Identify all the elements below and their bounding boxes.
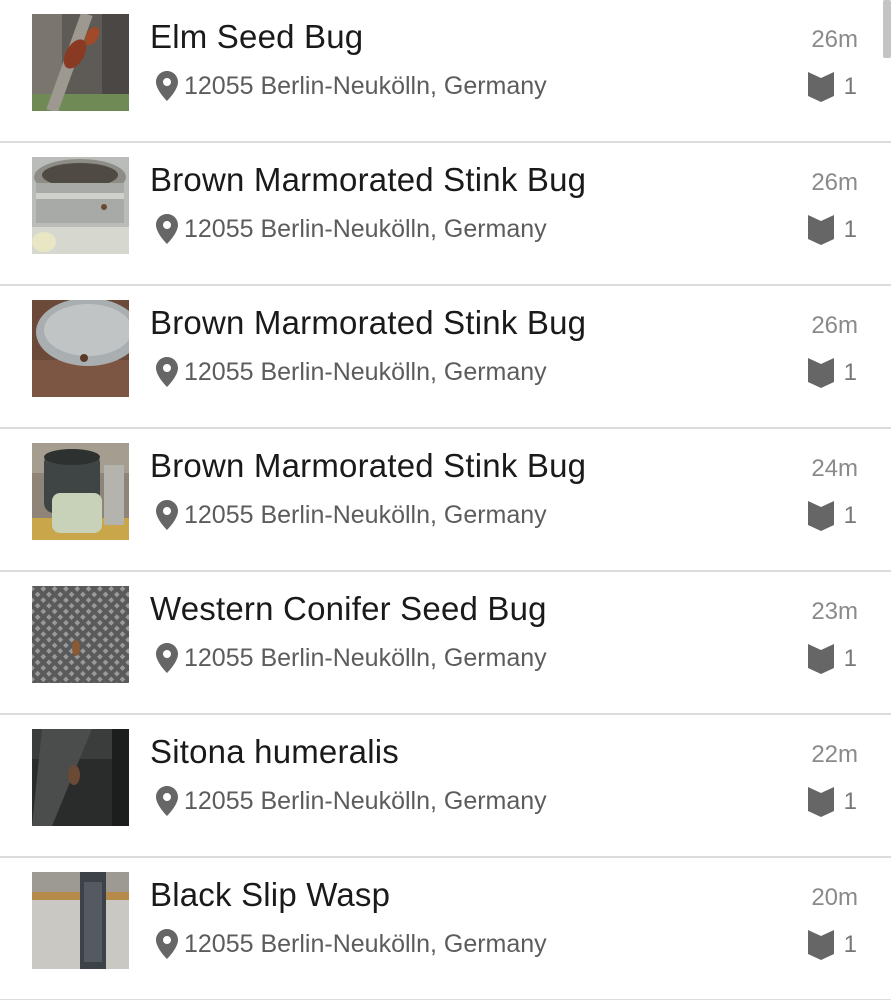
observation-location: 12055 Berlin-Neukölln, Germany bbox=[156, 356, 547, 388]
location-pin-icon bbox=[156, 71, 178, 101]
identification-count: 1 bbox=[807, 72, 857, 102]
identification-count: 1 bbox=[807, 644, 857, 674]
identification-count-text: 1 bbox=[843, 645, 857, 672]
identification-count-text: 1 bbox=[843, 788, 857, 815]
observation-photo[interactable] bbox=[32, 157, 129, 254]
location-pin-icon bbox=[156, 500, 178, 530]
observation-location: 12055 Berlin-Neukölln, Germany bbox=[156, 928, 547, 960]
location-pin-icon bbox=[156, 643, 178, 673]
observation-time: 23m bbox=[811, 598, 858, 625]
identification-badge-icon bbox=[807, 930, 834, 960]
identification-count: 1 bbox=[807, 358, 857, 388]
scrollbar[interactable] bbox=[883, 0, 891, 58]
location-pin-icon bbox=[156, 786, 178, 816]
observation-title: Black Slip Wasp bbox=[150, 876, 391, 913]
observation-photo[interactable] bbox=[32, 872, 129, 969]
observation-time: 26m bbox=[811, 169, 858, 196]
identification-badge-icon bbox=[807, 644, 834, 674]
observation-row[interactable]: Black Slip Wasp 12055 Berlin-Neukölln, G… bbox=[0, 858, 891, 1000]
observation-row[interactable]: Sitona humeralis 12055 Berlin-Neukölln, … bbox=[0, 715, 891, 858]
observation-location: 12055 Berlin-Neukölln, Germany bbox=[156, 499, 547, 531]
identification-count-text: 1 bbox=[843, 359, 857, 386]
identification-count-text: 1 bbox=[843, 931, 857, 958]
identification-count: 1 bbox=[807, 787, 857, 817]
observation-title: Brown Marmorated Stink Bug bbox=[150, 304, 587, 341]
observation-photo[interactable] bbox=[32, 586, 129, 683]
observation-title: Sitona humeralis bbox=[150, 733, 399, 770]
observation-time: 26m bbox=[811, 312, 858, 339]
location-text: 12055 Berlin-Neukölln, Germany bbox=[184, 500, 547, 529]
identification-badge-icon bbox=[807, 215, 834, 245]
identification-count: 1 bbox=[807, 215, 857, 245]
location-text: 12055 Berlin-Neukölln, Germany bbox=[184, 929, 547, 958]
location-text: 12055 Berlin-Neukölln, Germany bbox=[184, 357, 547, 386]
location-pin-icon bbox=[156, 357, 178, 387]
observation-location: 12055 Berlin-Neukölln, Germany bbox=[156, 70, 547, 102]
observation-time: 26m bbox=[811, 26, 858, 53]
identification-count-text: 1 bbox=[843, 73, 857, 100]
observation-row[interactable]: Elm Seed Bug 12055 Berlin-Neukölln, Germ… bbox=[0, 0, 891, 143]
observation-photo[interactable] bbox=[32, 729, 129, 826]
identification-count-text: 1 bbox=[843, 216, 857, 243]
identification-count: 1 bbox=[807, 501, 857, 531]
identification-badge-icon bbox=[807, 787, 834, 817]
observation-photo[interactable] bbox=[32, 14, 129, 111]
observation-photo[interactable] bbox=[32, 300, 129, 397]
location-text: 12055 Berlin-Neukölln, Germany bbox=[184, 786, 547, 815]
observation-title: Brown Marmorated Stink Bug bbox=[150, 161, 587, 198]
identification-badge-icon bbox=[807, 501, 834, 531]
identification-badge-icon bbox=[807, 72, 834, 102]
observation-location: 12055 Berlin-Neukölln, Germany bbox=[156, 213, 547, 245]
observation-title: Elm Seed Bug bbox=[150, 18, 364, 55]
location-text: 12055 Berlin-Neukölln, Germany bbox=[184, 214, 547, 243]
observation-row[interactable]: Western Conifer Seed Bug 12055 Berlin-Ne… bbox=[0, 572, 891, 715]
identification-count: 1 bbox=[807, 930, 857, 960]
identification-badge-icon bbox=[807, 358, 834, 388]
observation-location: 12055 Berlin-Neukölln, Germany bbox=[156, 785, 547, 817]
observation-photo[interactable] bbox=[32, 443, 129, 540]
observation-row[interactable]: Brown Marmorated Stink Bug 12055 Berlin-… bbox=[0, 286, 891, 429]
observation-list: Elm Seed Bug 12055 Berlin-Neukölln, Germ… bbox=[0, 0, 891, 1000]
observation-time: 22m bbox=[811, 741, 858, 768]
location-pin-icon bbox=[156, 929, 178, 959]
observation-title: Brown Marmorated Stink Bug bbox=[150, 447, 587, 484]
identification-count-text: 1 bbox=[843, 502, 857, 529]
observation-time: 24m bbox=[811, 455, 858, 482]
observation-location: 12055 Berlin-Neukölln, Germany bbox=[156, 642, 547, 674]
location-text: 12055 Berlin-Neukölln, Germany bbox=[184, 643, 547, 672]
observation-row[interactable]: Brown Marmorated Stink Bug 12055 Berlin-… bbox=[0, 143, 891, 286]
observation-title: Western Conifer Seed Bug bbox=[150, 590, 547, 627]
observation-row[interactable]: Brown Marmorated Stink Bug 12055 Berlin-… bbox=[0, 429, 891, 572]
location-pin-icon bbox=[156, 214, 178, 244]
location-text: 12055 Berlin-Neukölln, Germany bbox=[184, 71, 547, 100]
observation-time: 20m bbox=[811, 884, 858, 911]
